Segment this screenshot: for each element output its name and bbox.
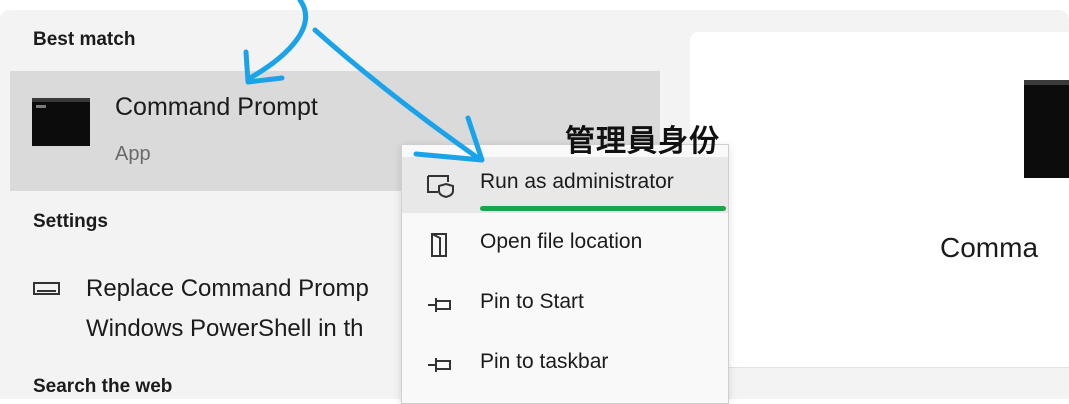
- menu-item-label: Pin to taskbar: [480, 350, 609, 373]
- context-menu: Run as administrator Open file location …: [401, 144, 729, 404]
- menu-item-pin-to-taskbar[interactable]: Pin to taskbar: [402, 337, 728, 393]
- pin-icon: [426, 292, 456, 318]
- menu-item-label: Run as administrator: [480, 170, 674, 193]
- annotation-label: 管理員身份: [565, 124, 720, 159]
- best-match-title: Command Prompt: [115, 93, 318, 121]
- menu-item-open-file-location[interactable]: Open file location: [402, 217, 728, 273]
- settings-item-line1: Replace Command Promp: [86, 275, 369, 302]
- menu-item-pin-to-start[interactable]: Pin to Start: [402, 277, 728, 333]
- display-settings-icon: [33, 282, 60, 295]
- menu-item-label: Pin to Start: [480, 290, 584, 313]
- menu-item-run-as-administrator[interactable]: Run as administrator: [402, 157, 728, 213]
- preview-card: [690, 32, 1069, 367]
- command-prompt-icon: [1024, 80, 1069, 178]
- preview-title: Comma: [940, 232, 1039, 263]
- settings-item-line2: Windows PowerShell in th: [86, 315, 364, 342]
- preview-divider: [690, 367, 1069, 368]
- command-prompt-icon: [32, 98, 90, 146]
- best-match-heading: Best match: [33, 29, 136, 50]
- open-folder-icon: [426, 232, 456, 258]
- run-as-admin-shield-icon: [426, 172, 456, 199]
- menu-item-label: Open file location: [480, 230, 643, 253]
- best-match-subtitle: App: [115, 143, 151, 165]
- pin-icon: [426, 352, 456, 378]
- settings-heading: Settings: [33, 211, 108, 232]
- annotation-underline: [480, 206, 726, 211]
- search-web-heading: Search the web: [33, 376, 173, 397]
